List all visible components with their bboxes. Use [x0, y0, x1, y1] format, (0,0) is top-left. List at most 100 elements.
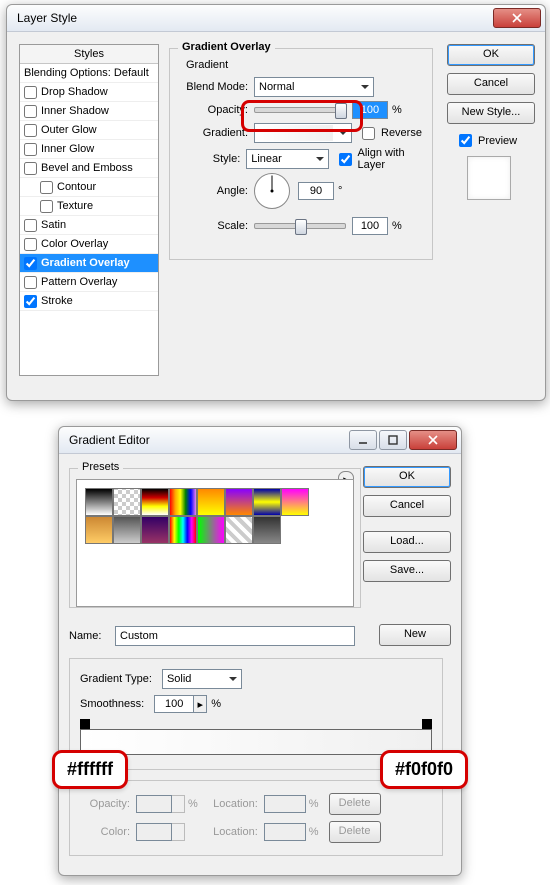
stop-loc-value2	[264, 823, 306, 841]
stop-opacity-label: Opacity:	[80, 798, 130, 810]
align-checkbox[interactable]: Align with Layer	[335, 147, 425, 171]
ge-cancel-button[interactable]: Cancel	[363, 495, 451, 517]
style-combo[interactable]: Linear	[246, 149, 328, 169]
window-min-button[interactable]	[349, 430, 377, 450]
presets-label: Presets	[78, 461, 123, 473]
titlebar[interactable]: Layer Style	[7, 5, 545, 32]
blend-mode-label: Blend Mode:	[178, 81, 248, 93]
preset-swatch[interactable]	[169, 488, 197, 516]
angle-dial[interactable]	[254, 173, 290, 209]
dialog-title-ge: Gradient Editor	[69, 433, 347, 447]
style-item[interactable]: Pattern Overlay	[20, 273, 158, 292]
type-combo[interactable]: Solid	[162, 669, 242, 689]
preset-swatch[interactable]	[281, 488, 309, 516]
ok-button[interactable]: OK	[447, 44, 535, 66]
smooth-popup-icon[interactable]: ▸	[194, 695, 207, 713]
stop-delete2: Delete	[329, 821, 381, 843]
button-column: OK Cancel New Style... Preview	[447, 44, 535, 200]
name-input[interactable]: Custom	[115, 626, 355, 646]
deg: °	[338, 185, 342, 197]
gradient-editor-dialog: Gradient Editor Presets ▸ OK Cancel Load…	[58, 426, 462, 876]
preset-swatch[interactable]	[253, 516, 281, 544]
preset-swatch[interactable]	[85, 516, 113, 544]
angle-value[interactable]: 90	[298, 182, 334, 200]
annotation-left-color: #ffffff	[52, 750, 128, 789]
styles-header: Styles	[20, 45, 158, 64]
blend-mode-combo[interactable]: Normal	[254, 77, 374, 97]
sub-title: Gradient	[182, 59, 232, 71]
stop-delete1: Delete	[329, 793, 381, 815]
stop-color-swatch	[136, 823, 172, 841]
gradient-bar[interactable]	[80, 729, 432, 755]
opacity-stop-left[interactable]	[80, 719, 90, 729]
style-item[interactable]: Drop Shadow	[20, 83, 158, 102]
gradient-overlay-group: Gradient Overlay Gradient Blend Mode: No…	[169, 48, 433, 260]
popup-icon2	[172, 823, 185, 841]
ge-button-column: OK Cancel Load... Save...	[363, 466, 451, 589]
smooth-label: Smoothness:	[80, 698, 144, 710]
preset-swatch[interactable]	[85, 488, 113, 516]
preview-checkbox[interactable]: Preview	[455, 131, 535, 150]
popup-icon	[172, 795, 185, 813]
presets-group: Presets ▸	[69, 468, 361, 608]
smooth-value[interactable]: 100	[154, 695, 194, 713]
gradient-label: Gradient:	[178, 127, 248, 139]
stop-loc-label: Location:	[208, 798, 258, 810]
preset-swatch[interactable]	[141, 488, 169, 516]
style-item[interactable]: Color Overlay	[20, 235, 158, 254]
style-item[interactable]: Satin	[20, 216, 158, 235]
scale-slider[interactable]	[254, 223, 346, 229]
pct: %	[392, 104, 402, 116]
preset-swatch[interactable]	[113, 516, 141, 544]
dialog-title: Layer Style	[17, 11, 491, 25]
gradient-bar-wrap	[80, 729, 432, 755]
style-item[interactable]: Outer Glow	[20, 121, 158, 140]
style-item[interactable]: Blending Options: Default	[20, 64, 158, 83]
angle-label: Angle:	[178, 185, 248, 197]
layer-style-dialog: Layer Style Styles Blending Options: Def…	[6, 4, 546, 401]
ge-ok-button[interactable]: OK	[363, 466, 451, 488]
stop-color-label: Color:	[80, 826, 130, 838]
stop-opacity-value	[136, 795, 172, 813]
stops-group: Stops Opacity: % Location: % Delete Colo…	[69, 780, 443, 856]
preset-swatch[interactable]	[197, 516, 225, 544]
style-item[interactable]: Inner Glow	[20, 140, 158, 159]
gradient-picker[interactable]	[254, 123, 352, 143]
stop-loc-value	[264, 795, 306, 813]
preset-swatch[interactable]	[141, 516, 169, 544]
style-item[interactable]: Texture	[20, 197, 158, 216]
window-close-button-ge[interactable]	[409, 430, 457, 450]
preset-swatch[interactable]	[169, 516, 197, 544]
window-close-button[interactable]	[493, 8, 541, 28]
style-item[interactable]: Contour	[20, 178, 158, 197]
presets-panel[interactable]	[76, 479, 354, 607]
style-item[interactable]: Bevel and Emboss	[20, 159, 158, 178]
scale-label: Scale:	[178, 220, 248, 232]
ge-save-button[interactable]: Save...	[363, 560, 451, 582]
ge-new-button[interactable]: New	[379, 624, 451, 646]
reverse-checkbox[interactable]: Reverse	[358, 124, 422, 143]
style-item[interactable]: Stroke	[20, 292, 158, 311]
group-title: Gradient Overlay	[178, 41, 275, 53]
styles-list: Styles Blending Options: DefaultDrop Sha…	[19, 44, 159, 376]
titlebar-ge[interactable]: Gradient Editor	[59, 427, 461, 454]
cancel-button[interactable]: Cancel	[447, 73, 535, 95]
preset-swatch[interactable]	[253, 488, 281, 516]
preset-swatch[interactable]	[197, 488, 225, 516]
new-style-button[interactable]: New Style...	[447, 102, 535, 124]
opacity-value[interactable]: 100	[352, 101, 388, 119]
annotation-right-color: #f0f0f0	[380, 750, 468, 789]
style-item[interactable]: Inner Shadow	[20, 102, 158, 121]
ge-load-button[interactable]: Load...	[363, 531, 451, 553]
type-label: Gradient Type:	[80, 673, 152, 685]
opacity-stop-right[interactable]	[422, 719, 432, 729]
pct2: %	[392, 220, 402, 232]
preset-swatch[interactable]	[113, 488, 141, 516]
style-item[interactable]: Gradient Overlay	[20, 254, 158, 273]
preset-swatch[interactable]	[225, 516, 253, 544]
opacity-slider[interactable]	[254, 107, 346, 113]
window-max-button[interactable]	[379, 430, 407, 450]
style-label: Style:	[178, 153, 240, 165]
preset-swatch[interactable]	[225, 488, 253, 516]
scale-value[interactable]: 100	[352, 217, 388, 235]
